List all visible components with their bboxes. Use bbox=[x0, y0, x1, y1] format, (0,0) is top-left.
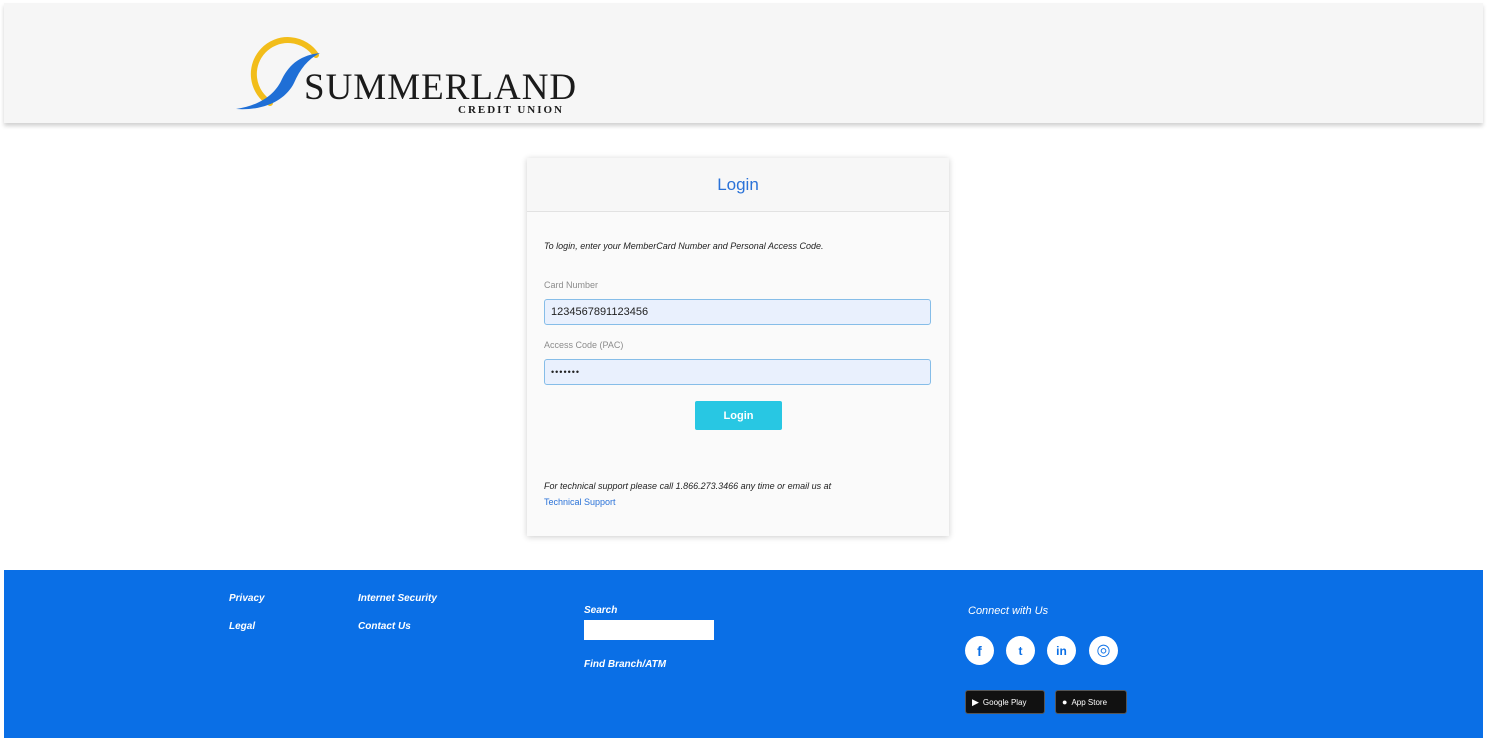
facebook-icon[interactable]: f bbox=[965, 636, 994, 665]
app-store-label: App Store bbox=[1071, 697, 1108, 707]
access-code-label: Access Code (PAC) bbox=[544, 340, 624, 350]
footer-link-internet-security[interactable]: Internet Security bbox=[358, 593, 437, 604]
login-title: Login bbox=[717, 174, 759, 194]
find-branch-link[interactable]: Find Branch/ATM bbox=[584, 659, 666, 670]
twitter-glyph: t bbox=[1018, 643, 1023, 658]
instagram-glyph: ◎ bbox=[1096, 641, 1111, 659]
login-card-header: Login bbox=[527, 158, 949, 212]
footer-link-contact-us[interactable]: Contact Us bbox=[358, 621, 411, 632]
google-play-badge[interactable]: ▶ Google Play bbox=[965, 690, 1045, 714]
apple-icon: ● bbox=[1062, 696, 1068, 707]
access-code-input[interactable] bbox=[544, 359, 931, 385]
login-card: Login To login, enter your MemberCard Nu… bbox=[527, 158, 949, 536]
footer-search-input[interactable] bbox=[584, 620, 714, 640]
footer-link-legal[interactable]: Legal bbox=[229, 621, 255, 632]
connect-label: Connect with Us bbox=[968, 605, 1049, 617]
support-message: For technical support please call 1.866.… bbox=[544, 481, 832, 491]
logo-subtitle: CREDIT UNION bbox=[458, 104, 565, 116]
linkedin-icon[interactable]: in bbox=[1047, 636, 1076, 665]
search-label: Search bbox=[584, 605, 618, 616]
linkedin-glyph: in bbox=[1056, 643, 1067, 658]
google-play-label: Google Play bbox=[982, 697, 1027, 707]
card-number-input[interactable] bbox=[544, 299, 931, 325]
support-text: For technical support please call 1.866.… bbox=[544, 478, 944, 510]
play-icon: ▶ bbox=[972, 696, 979, 707]
login-button[interactable]: Login bbox=[695, 401, 782, 430]
logo-wordmark: SUMMERLAND bbox=[304, 67, 578, 108]
footer-link-privacy[interactable]: Privacy bbox=[229, 593, 265, 604]
summerland-logo[interactable]: SUMMERLAND CREDIT UNION bbox=[232, 17, 612, 123]
app-store-badge[interactable]: ● App Store bbox=[1055, 690, 1127, 714]
technical-support-link[interactable]: Technical Support bbox=[544, 497, 616, 507]
site-header: SUMMERLAND CREDIT UNION bbox=[4, 3, 1483, 123]
login-instructions: To login, enter your MemberCard Number a… bbox=[544, 241, 824, 251]
twitter-icon[interactable]: t bbox=[1006, 636, 1035, 665]
site-footer: Privacy Legal Internet Security Contact … bbox=[4, 570, 1483, 738]
facebook-glyph: f bbox=[977, 642, 982, 659]
instagram-icon[interactable]: ◎ bbox=[1089, 636, 1118, 665]
card-number-label: Card Number bbox=[544, 280, 599, 290]
